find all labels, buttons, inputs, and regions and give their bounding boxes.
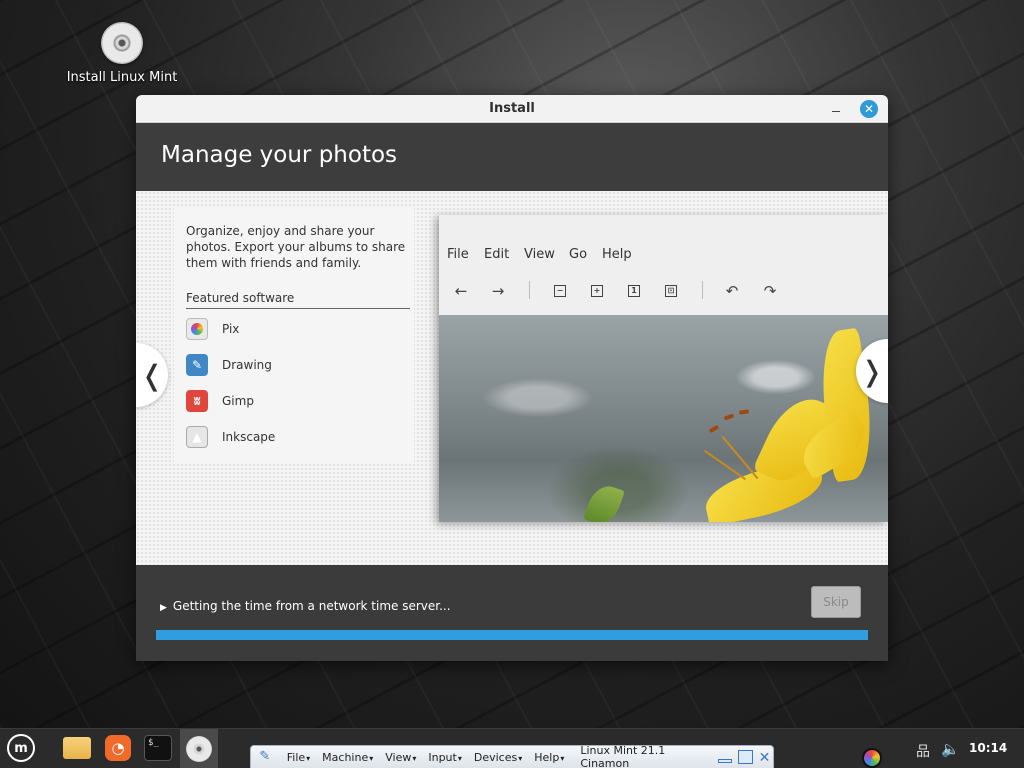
leaf: [583, 481, 625, 522]
mint-menu-button[interactable]: m: [6, 733, 36, 763]
app-name: Pix: [222, 322, 240, 336]
pix-icon: [186, 318, 208, 340]
screenshot-menu-help: Help: [602, 247, 632, 262]
drawing-icon: ✎: [186, 354, 208, 376]
virtualbox-mini-toolbar: ✎ File Machine View Input Devices Help L…: [250, 744, 774, 768]
status-area: ▶ Getting the time from a network time se…: [136, 565, 888, 661]
slide-header: Manage your photos: [136, 123, 888, 191]
featured-software-heading: Featured software: [186, 291, 410, 309]
firefox-launcher[interactable]: ◔: [103, 733, 133, 763]
taskbar: m ◔ $_ ✎ File Machine View Input Devices…: [0, 728, 1024, 768]
files-launcher[interactable]: [62, 733, 92, 763]
inkscape-icon: ▲: [186, 426, 208, 448]
vbox-menu-view[interactable]: View: [385, 751, 416, 764]
window-titlebar[interactable]: Install ✕: [136, 95, 888, 123]
skip-button[interactable]: Skip: [811, 586, 861, 618]
vbox-restore-button[interactable]: [738, 750, 753, 764]
progress-fill: [156, 630, 868, 640]
status-message: Getting the time from a network time ser…: [172, 599, 451, 613]
mint-logo-icon: m: [7, 734, 35, 762]
vbox-menu-file[interactable]: File: [287, 751, 310, 764]
back-arrow-icon: ←: [454, 282, 468, 300]
anther: [738, 409, 750, 415]
flower-photo: [439, 315, 888, 522]
vbox-menu-devices[interactable]: Devices: [474, 751, 522, 764]
anther: [708, 424, 720, 434]
screenshot-menubar: File Edit View Go Help ← → − + 1 ⊡ ↶ ↷: [439, 215, 888, 315]
vbox-minimize-button[interactable]: [717, 759, 733, 763]
disc-icon: [101, 22, 143, 64]
slide-text-panel: Organize, enjoy and share your photos. E…: [174, 207, 414, 463]
installer-taskbar-item[interactable]: [180, 729, 218, 768]
slide-body: Organize, enjoy and share your photos. E…: [136, 191, 888, 565]
anther: [723, 413, 735, 421]
pix-screenshot: File Edit View Go Help ← → − + 1 ⊡ ↶ ↷: [439, 215, 888, 522]
slide-title: Manage your photos: [161, 142, 398, 168]
status-line[interactable]: ▶ Getting the time from a network time se…: [160, 599, 451, 613]
minimize-button[interactable]: [828, 100, 844, 116]
window-title: Install: [489, 101, 535, 116]
app-name: Drawing: [222, 358, 272, 372]
vbox-menu-help[interactable]: Help: [534, 751, 564, 764]
screenshot-menu-go: Go: [569, 247, 588, 262]
close-button[interactable]: ✕: [860, 100, 878, 118]
app-pix: Pix: [186, 317, 239, 341]
zoom-fit-icon: ⊡: [665, 285, 677, 297]
gimp-icon: ʬ: [186, 390, 208, 412]
clock[interactable]: 10:14: [969, 741, 1007, 755]
vbox-menu-machine[interactable]: Machine: [322, 751, 373, 764]
terminal-launcher[interactable]: $_: [143, 733, 173, 763]
desktop-icon-label: Install Linux Mint: [66, 70, 178, 85]
zoom-in-icon: +: [591, 285, 603, 297]
toolbar-separator: [702, 281, 703, 299]
install-progress-bar: [156, 630, 868, 640]
color-tray-icon[interactable]: [862, 748, 882, 768]
toolbar-separator: [529, 281, 530, 299]
folder-icon: [63, 737, 91, 759]
firefox-icon: ◔: [105, 735, 131, 761]
vbox-close-button[interactable]: ✕: [759, 750, 773, 766]
vbox-menu-input[interactable]: Input: [428, 751, 462, 764]
app-name: Gimp: [222, 394, 254, 408]
network-icon[interactable]: 品: [916, 741, 930, 761]
app-name: Inkscape: [222, 430, 276, 444]
slide-description: Organize, enjoy and share your photos. E…: [186, 224, 406, 270]
install-linux-mint-desktop-icon[interactable]: Install Linux Mint: [62, 22, 182, 85]
app-gimp: ʬ Gimp: [186, 389, 254, 413]
volume-icon[interactable]: 🔈: [941, 740, 960, 758]
pin-icon[interactable]: ✎: [255, 746, 275, 768]
stamen: [703, 449, 747, 481]
install-window: Install ✕ Manage your photos Organize, e…: [136, 95, 888, 661]
screenshot-menu-edit: Edit: [484, 247, 510, 262]
rotate-right-icon: ↷: [763, 282, 777, 300]
terminal-icon: $_: [144, 735, 172, 761]
zoom-actual-icon: 1: [628, 285, 640, 297]
desktop: Install Linux Mint Install ✕ Manage your…: [0, 0, 1024, 728]
expand-triangle-icon[interactable]: ▶: [160, 603, 167, 613]
forward-arrow-icon: →: [491, 282, 505, 300]
rotate-left-icon: ↶: [725, 282, 739, 300]
zoom-out-icon: −: [554, 285, 566, 297]
app-drawing: ✎ Drawing: [186, 353, 272, 377]
screenshot-menu-file: File: [447, 247, 469, 262]
app-inkscape: ▲ Inkscape: [186, 425, 275, 449]
disc-icon: [186, 736, 212, 762]
previous-slide-button[interactable]: ❬: [136, 343, 168, 407]
screenshot-menu-view: View: [524, 247, 555, 262]
stamen: [721, 435, 759, 480]
vbox-vm-title: Linux Mint 21.1 Cinamon: [580, 744, 666, 768]
